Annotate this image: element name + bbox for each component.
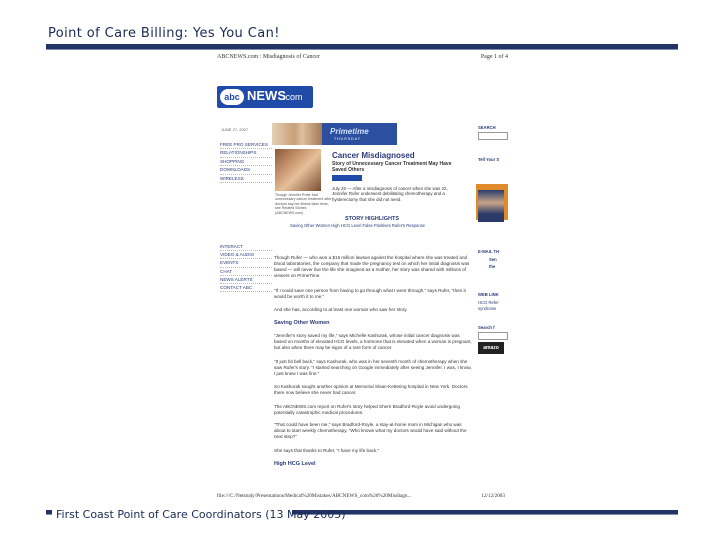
primetime-logo-text: Primetime	[330, 127, 369, 136]
side-send-label[interactable]: Sen	[489, 257, 497, 262]
story-photo	[275, 149, 321, 191]
story-title: Cancer Misdiagnosed	[332, 151, 415, 160]
nav-item[interactable]: INTERACT	[220, 243, 272, 252]
abcnews-logo: abc NEWS .com	[217, 86, 313, 108]
news-logo-text: NEWS	[247, 88, 286, 103]
body-paragraph: "That could have been me," says Bradford…	[274, 422, 467, 439]
side-promo-photo	[478, 190, 504, 222]
side-search2-label: Search f	[478, 325, 495, 330]
story-lead: July 26 — After a misdiagnosis of cancer…	[332, 186, 448, 202]
slide-footer: First Coast Point of Care Coordinators (…	[56, 508, 346, 521]
body-paragraph: Though Rufer — who won a $16 million law…	[274, 255, 470, 278]
dotcom-logo-text: .com	[283, 92, 303, 102]
body-paragraph: And she has, according to at least one w…	[274, 307, 408, 312]
section-heading-saving: Saving Other Women	[274, 320, 330, 326]
side-search-label: SEARCH	[478, 125, 496, 130]
photo-caption: Though Jennifer Rufer had unnecessary ca…	[275, 193, 332, 215]
side-syndrome-link[interactable]: syndrome	[478, 306, 496, 311]
document-header: ABCNEWS.com : Misdiagnosis of Cancer	[217, 54, 320, 60]
side-search-input[interactable]	[478, 132, 508, 140]
primetime-banner[interactable]: Primetime THURSDAY	[272, 123, 397, 145]
anchors-photo	[272, 123, 322, 145]
document-footer-path: file:///C:/Netstudy/Presentations/Medica…	[217, 493, 412, 499]
document-screenshot: ABCNEWS.com : Misdiagnosis of Cancer Pag…	[215, 50, 508, 505]
left-nav-bottom: INTERACT VIDEO & AUDIO EVENTS CHAT NEWS …	[220, 243, 272, 293]
document-footer-date: 12/12/2003	[481, 493, 505, 499]
side-hcg-link[interactable]: HCG Refer	[478, 300, 499, 305]
side-weblinks-label: WEB LINK	[478, 292, 499, 297]
nav-item[interactable]: CHAT	[220, 268, 272, 276]
body-paragraph: The ABCNEWS.com report on Rufer's story …	[274, 404, 460, 415]
side-the-label[interactable]: the	[489, 264, 495, 269]
primetime-day: THURSDAY	[334, 137, 361, 141]
story-highlight-links[interactable]: Saving Other Women High HCG Level False …	[290, 223, 425, 228]
page-date: JUNE 27, 2007	[221, 127, 249, 132]
nav-item[interactable]: VIDEO & AUDIO	[220, 251, 272, 260]
document-page-number: Page 1 of 4	[480, 54, 508, 60]
body-paragraph: "If I could save one person from having …	[274, 288, 466, 299]
nav-item[interactable]: DOWNLOADS	[220, 166, 272, 175]
nav-item[interactable]: WIRELESS	[220, 175, 272, 184]
side-tell-label[interactable]: Tell Your S	[478, 157, 499, 162]
body-paragraph: She says that thanks to Rufer, "I have m…	[274, 448, 380, 453]
story-deck: Story of Unnecessary Cancer Treatment Ma…	[332, 161, 452, 173]
nav-item[interactable]: SHOPPING	[220, 158, 272, 167]
section-heading-hcg[interactable]: High HCG Level	[274, 461, 316, 467]
side-search2-input[interactable]	[478, 332, 508, 340]
abcnews-mini-logo	[332, 175, 362, 181]
nav-item[interactable]: RELATIONSHIPS	[220, 149, 272, 158]
body-paragraph: "Jennifer's story saved my life," says M…	[274, 333, 472, 350]
nav-item[interactable]: NEWS ALERTS	[220, 276, 272, 285]
body-paragraph: So Kashurak sought another opinion at Me…	[274, 384, 468, 395]
nav-item[interactable]: EVENTS	[220, 259, 272, 268]
nav-item[interactable]: FREE PRO SERVICES	[220, 141, 272, 150]
abc-logo-circle: abc	[220, 89, 244, 105]
side-email-label[interactable]: E-MAIL TH	[478, 249, 499, 254]
body-paragraph: "It just hit bell back," says Kashurak, …	[274, 359, 472, 376]
slide-title: Point of Care Billing: Yes You Can!	[48, 26, 280, 41]
slide: Point of Care Billing: Yes You Can! ABCN…	[0, 0, 720, 540]
left-nav-top: FREE PRO SERVICES RELATIONSHIPS SHOPPING…	[220, 141, 272, 184]
story-highlights-title: STORY HIGHLIGHTS	[345, 216, 399, 222]
amazon-logo[interactable]: amazo	[478, 342, 504, 354]
nav-item[interactable]: CONTACT ABC	[220, 284, 272, 293]
